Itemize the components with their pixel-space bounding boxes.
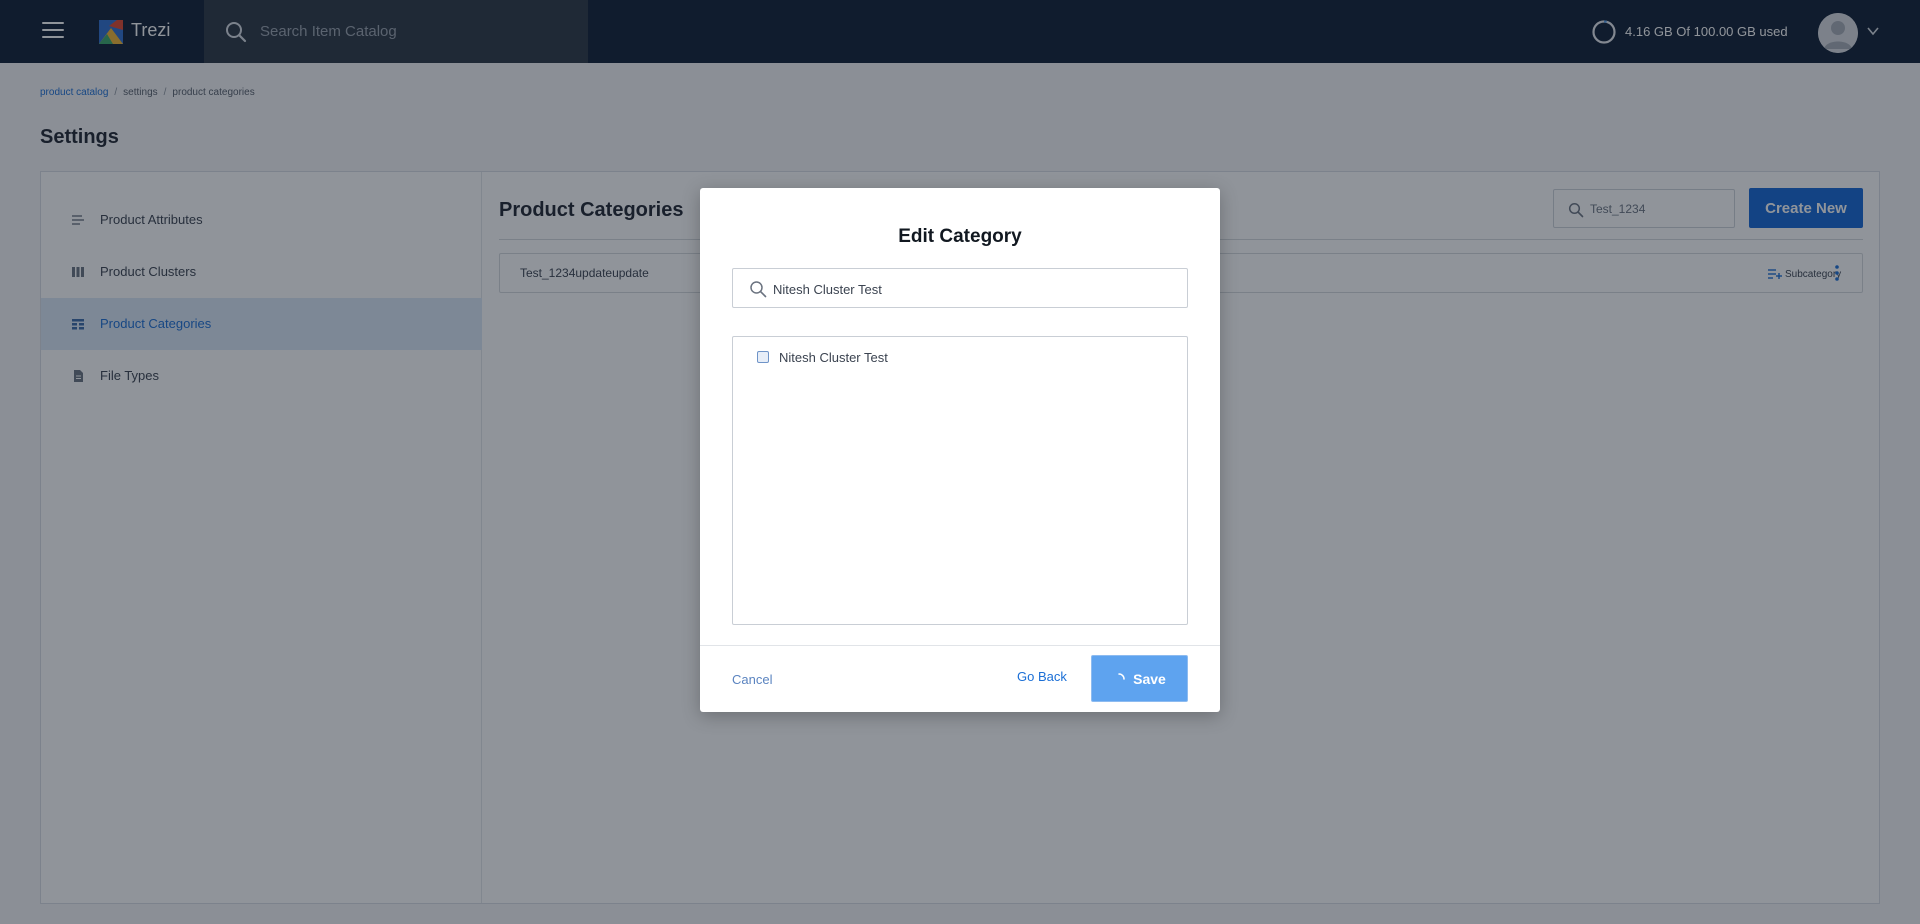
go-back-button[interactable]: Go Back xyxy=(1017,669,1067,684)
search-icon xyxy=(750,281,767,298)
save-label: Save xyxy=(1133,670,1166,687)
edit-category-dialog: Edit Category Nitesh Cluster Test Cancel… xyxy=(700,188,1220,712)
cancel-button[interactable]: Cancel xyxy=(732,672,772,687)
cluster-search-box[interactable] xyxy=(732,268,1188,308)
cluster-label: Nitesh Cluster Test xyxy=(779,349,888,365)
dialog-footer-divider xyxy=(700,645,1220,646)
loading-spinner-icon xyxy=(1118,672,1125,680)
save-button[interactable]: Save xyxy=(1091,655,1188,702)
dialog-title: Edit Category xyxy=(898,226,1022,247)
cluster-search-input[interactable] xyxy=(773,279,1173,299)
cluster-checkbox[interactable] xyxy=(757,351,769,363)
list-item[interactable]: Nitesh Cluster Test xyxy=(757,348,888,366)
cluster-list: Nitesh Cluster Test xyxy=(732,336,1188,625)
